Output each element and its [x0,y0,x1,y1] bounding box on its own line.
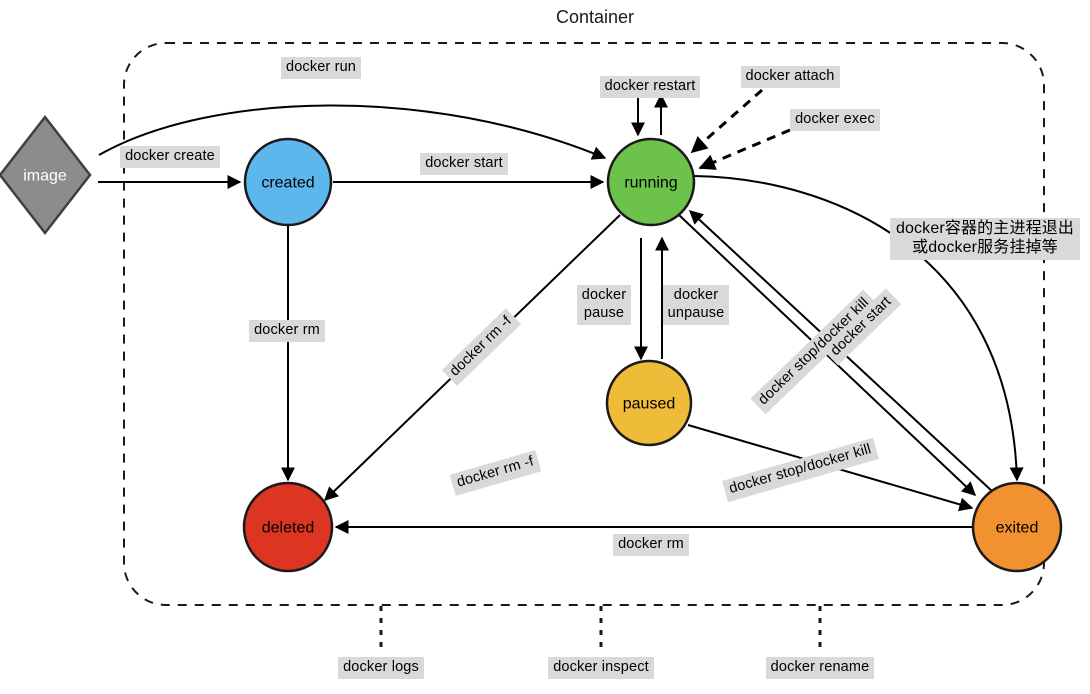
node-shape-deleted [242,481,334,573]
edge-label-docker-rm: docker rm [249,319,325,343]
node-running: running [606,137,696,227]
edge-label-main-process-cn: docker容器的主进程退出 或docker服务挂掉等 [889,217,1081,261]
node-layer: image created running paused exited deleted [0,114,1063,573]
node-deleted: deleted [242,481,334,573]
bottom-label-logs: docker logs [338,656,424,680]
edge-label-docker-unpause: docker unpause [662,285,730,325]
node-image: image [0,114,92,236]
edge-label-docker-attach: docker attach [740,65,840,89]
edge-exec [698,128,791,170]
node-shape-paused [605,359,693,447]
docker-lifecycle-diagram: image created running paused exited deleted C… [0,0,1090,694]
edge-label-docker-restart: docker restart [599,75,701,99]
edge-label-docker-rm-2: docker rm [613,533,689,557]
bottom-label-rename: docker rename [765,656,875,680]
node-shape-exited [971,481,1063,573]
edge-label-docker-start: docker start [420,152,508,176]
node-exited: exited [971,481,1063,573]
node-paused: paused [605,359,693,447]
diagram-canvas: image created running paused exited deleted C… [0,7,1063,652]
edge-label-docker-exec: docker exec [790,108,880,132]
bottom-tick-layer [379,606,822,652]
edge-label-docker-create: docker create [120,145,220,169]
edge-label-docker-run: docker run [280,56,361,80]
container-title: Container [556,7,634,27]
node-shape-created [243,137,333,227]
node-shape-running [606,137,696,227]
node-created: created [243,137,333,227]
edge-label-docker-pause: docker pause [576,285,632,325]
bottom-label-inspect: docker inspect [548,656,654,680]
node-shape-image [0,114,92,236]
edge-attach [690,88,763,154]
